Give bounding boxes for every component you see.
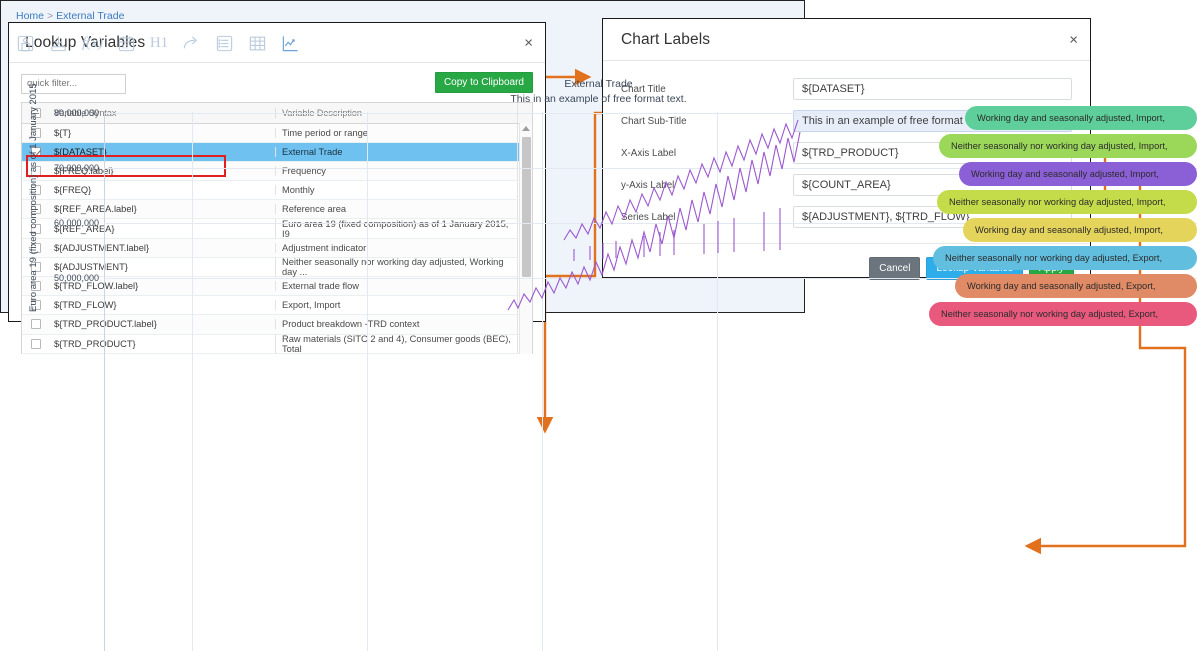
chart-labels-header: Chart Labels ×: [603, 19, 1090, 61]
chart-title: External Trade: [564, 78, 633, 90]
series-line-purple: [507, 131, 801, 311]
breadcrumb-home[interactable]: Home: [16, 10, 44, 22]
breadcrumb-current[interactable]: External Trade: [56, 10, 124, 22]
chart-subtitle: This in an example of free format text.: [510, 93, 687, 105]
close-icon[interactable]: ×: [524, 35, 533, 50]
download-icon[interactable]: [49, 34, 68, 53]
y-tick-label: 80,000,000: [53, 108, 99, 118]
chart-labels-title: Chart Labels: [621, 30, 711, 48]
row-checkbox[interactable]: [22, 338, 50, 349]
calendar-icon[interactable]: [117, 34, 136, 53]
heading-icon[interactable]: H1: [150, 34, 168, 53]
save-icon[interactable]: [16, 34, 35, 53]
chart-toolbar: f(x) H1: [16, 34, 300, 53]
y-tick-label: 70,000,000: [53, 163, 99, 173]
share-icon[interactable]: [182, 34, 201, 53]
list-icon[interactable]: [215, 34, 234, 53]
function-icon[interactable]: f(x): [82, 34, 103, 53]
close-icon[interactable]: ×: [1069, 32, 1078, 47]
chart-series-lines: [507, 119, 801, 311]
breadcrumb-separator: >: [47, 10, 54, 22]
row-checkbox[interactable]: [22, 319, 50, 330]
table-icon[interactable]: [248, 34, 267, 53]
y-tick-label: 50,000,000: [53, 273, 99, 283]
y-axis-label: Euro area 19 (fixed composition) as of 1…: [28, 83, 39, 312]
y-tick-label: 60,000,000: [53, 218, 99, 228]
chart-plot-area: 80,000,000 70,000,000 60,000,000 50,000,…: [54, 106, 1197, 651]
series-line-purple-2: [563, 119, 799, 241]
chart-icon[interactable]: [281, 34, 300, 53]
breadcrumb: Home > External Trade: [16, 10, 124, 22]
